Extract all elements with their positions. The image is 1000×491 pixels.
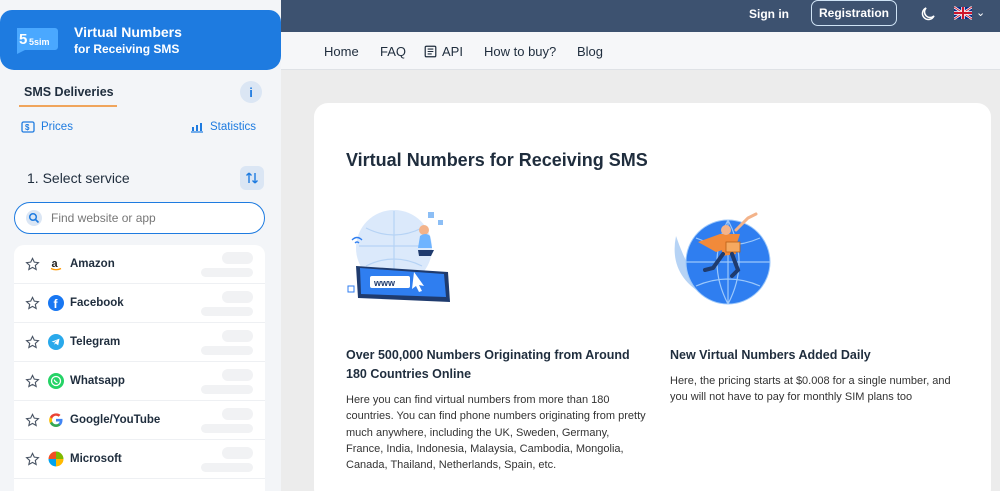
sidebar: 5 5sim Virtual Numbers for Receiving SMS…	[0, 0, 281, 491]
feature-title: Over 500,000 Numbers Originating from Ar…	[346, 348, 630, 381]
star-icon[interactable]	[25, 257, 40, 272]
uk-flag-icon[interactable]	[954, 5, 972, 21]
google-icon	[49, 413, 63, 427]
price-tag-icon: $	[21, 121, 35, 133]
brand-title: Virtual Numbers	[74, 24, 182, 40]
search-input[interactable]	[51, 211, 251, 225]
brand-header[interactable]: 5 5sim Virtual Numbers for Receiving SMS	[0, 10, 281, 70]
chevron-down-icon[interactable]: ⌄	[976, 6, 985, 19]
service-row-google-youtube[interactable]: Google/YouTube	[14, 401, 265, 440]
registration-button[interactable]: Registration	[811, 0, 897, 26]
svg-text:$: $	[25, 123, 30, 132]
prices-link[interactable]: $ Prices	[21, 121, 73, 133]
nav-faq[interactable]: FAQ	[380, 44, 406, 59]
facebook-icon: f	[48, 295, 64, 311]
svg-text:a: a	[52, 258, 59, 270]
select-service-title: 1. Select service	[27, 170, 130, 186]
feature-description: Here, the pricing starts at $0.008 for a…	[670, 375, 951, 404]
service-row-microsoft[interactable]: Microsoft	[14, 440, 265, 479]
5sim-logo: 5 5sim	[17, 28, 58, 54]
nav-home[interactable]: Home	[324, 44, 359, 59]
statistics-icon	[191, 123, 203, 133]
star-icon[interactable]	[25, 452, 40, 467]
telegram-icon	[48, 334, 64, 350]
svg-text:www: www	[373, 278, 396, 288]
feature-description: Here you can find virtual numbers from m…	[346, 394, 646, 472]
delivery-globe-illustration	[674, 212, 771, 305]
whatsapp-icon	[48, 373, 64, 389]
api-doc-icon	[424, 45, 437, 58]
search-icon	[26, 210, 42, 226]
star-icon[interactable]	[25, 335, 40, 350]
star-icon[interactable]	[25, 296, 40, 311]
info-button[interactable]: i	[240, 81, 262, 103]
nav-how-to-buy[interactable]: How to buy?	[484, 44, 556, 59]
active-tab-underline	[19, 105, 117, 107]
sort-arrows-icon	[246, 172, 258, 184]
moon-icon[interactable]	[919, 5, 937, 23]
brand-subtitle: for Receiving SMS	[74, 42, 180, 56]
service-row-facebook[interactable]: f Facebook	[14, 284, 265, 323]
sort-button[interactable]	[240, 166, 264, 190]
feature-title: New Virtual Numbers Added Daily	[670, 348, 871, 362]
nav-blog[interactable]: Blog	[577, 44, 603, 59]
svg-text:5sim: 5sim	[29, 37, 50, 47]
nav-api[interactable]: API	[424, 44, 463, 59]
service-list: a Amazon f Facebook Telegram Whatsapp Go…	[14, 245, 265, 491]
main-content-card: Virtual Numbers for Receiving SMS www Ov…	[314, 103, 991, 491]
service-row-telegram[interactable]: Telegram	[14, 323, 265, 362]
statistics-link[interactable]: Statistics	[190, 121, 256, 133]
microsoft-icon	[48, 451, 64, 467]
sign-in-link[interactable]: Sign in	[749, 7, 789, 21]
star-icon[interactable]	[25, 374, 40, 389]
star-icon[interactable]	[25, 413, 40, 428]
tab-sms-deliveries[interactable]: SMS Deliveries	[24, 85, 114, 99]
service-row-whatsapp[interactable]: Whatsapp	[14, 362, 265, 401]
browser-illustration: www	[347, 210, 450, 302]
main-nav: Home FAQ API How to buy? Blog	[281, 32, 1000, 70]
svg-text:5: 5	[19, 31, 27, 48]
page-title: Virtual Numbers for Receiving SMS	[346, 150, 648, 170]
service-search[interactable]	[14, 202, 265, 234]
amazon-icon: a	[50, 258, 62, 271]
service-row-amazon[interactable]: a Amazon	[14, 245, 265, 284]
